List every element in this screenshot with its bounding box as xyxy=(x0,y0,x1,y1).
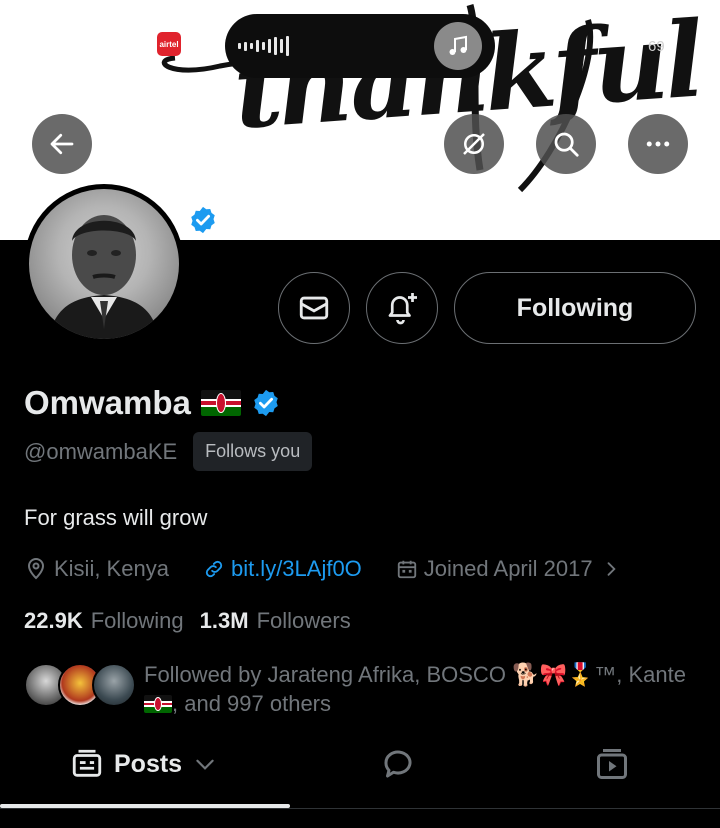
search-icon xyxy=(554,132,579,157)
handle-row: @omwambaKE Follows you xyxy=(24,432,313,471)
more-icon xyxy=(646,141,670,147)
follows-you-badge: Follows you xyxy=(193,432,313,471)
following-button[interactable]: Following xyxy=(454,272,696,344)
chevron-down-icon[interactable] xyxy=(192,751,218,777)
follow-stats: 22.9K Following 1.3M Followers xyxy=(24,608,367,634)
website-item[interactable]: bit.ly/3LAjf0O xyxy=(203,556,362,582)
notify-button[interactable] xyxy=(366,272,438,344)
followed-by-text: Followed by Jarateng Afrika, BOSCO 🐕🎀🎖️™… xyxy=(144,660,704,718)
tab-media[interactable] xyxy=(594,738,630,790)
carrier-logo: airtel xyxy=(157,32,181,56)
kenya-flag-icon xyxy=(144,695,172,713)
audio-waveform-icon xyxy=(238,36,289,56)
back-button[interactable] xyxy=(32,114,92,174)
calendar-icon xyxy=(397,560,416,579)
profile-meta: Kisii, Kenya bit.ly/3LAjf0O Joined April… xyxy=(24,556,621,582)
joined-item: Joined April 2017 xyxy=(396,556,593,582)
video-icon xyxy=(597,749,627,779)
website-link[interactable]: bit.ly/3LAjf0O xyxy=(231,556,362,582)
joined-text: Joined April 2017 xyxy=(423,556,593,581)
followed-by-prefix: Followed by Jarateng Afrika, BOSCO 🐕🎀🎖️™… xyxy=(144,662,686,687)
followed-by-suffix: , and 997 others xyxy=(172,691,332,716)
profile-tabs: Posts xyxy=(0,738,720,809)
profile-name-row: Omwamba xyxy=(24,384,281,422)
followers-count[interactable]: 1.3M xyxy=(200,608,249,634)
location-pin-icon xyxy=(27,558,45,580)
profile-handle: @omwambaKE xyxy=(24,438,178,464)
tab-posts-label: Posts xyxy=(114,749,183,778)
avatar-portrait xyxy=(49,215,159,339)
carrier-label: airtel xyxy=(159,39,179,49)
profile-name: Omwamba xyxy=(24,384,191,421)
message-button[interactable] xyxy=(278,272,350,344)
tab-posts[interactable]: Posts xyxy=(70,738,218,790)
grok-button[interactable] xyxy=(444,114,504,174)
posts-icon xyxy=(72,749,102,777)
location-text: Kisii, Kenya xyxy=(54,556,169,581)
more-button[interactable] xyxy=(628,114,688,174)
battery-level: 69 xyxy=(648,38,665,55)
chevron-right-icon[interactable] xyxy=(601,558,621,580)
arrow-left-icon xyxy=(50,133,74,155)
avatar xyxy=(92,663,136,707)
link-icon xyxy=(205,560,223,578)
bell-plus-icon xyxy=(388,293,417,325)
search-button[interactable] xyxy=(536,114,596,174)
search-slash-icon xyxy=(463,133,485,155)
verified-badge-icon[interactable] xyxy=(251,388,281,418)
profile-bio: For grass will grow xyxy=(24,505,208,530)
followers-label[interactable]: Followers xyxy=(257,608,351,634)
following-count[interactable]: 22.9K xyxy=(24,608,83,634)
music-note-icon[interactable] xyxy=(434,22,482,70)
kenya-flag-icon xyxy=(200,390,241,416)
location-item: Kisii, Kenya xyxy=(24,556,169,582)
followers-you-know-avatars xyxy=(24,663,139,711)
avatar[interactable] xyxy=(29,189,179,339)
verified-badge-icon xyxy=(191,206,215,234)
mail-icon xyxy=(299,296,329,320)
tab-divider xyxy=(0,808,720,809)
following-label[interactable]: Following xyxy=(91,608,184,634)
speech-bubble-icon xyxy=(384,750,412,778)
tab-replies[interactable] xyxy=(380,738,416,790)
